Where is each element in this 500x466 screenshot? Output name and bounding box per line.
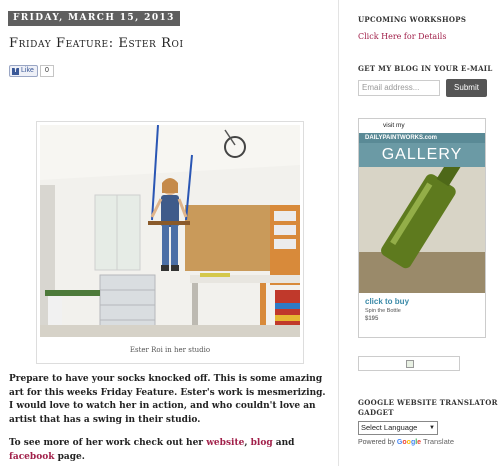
studio-photo[interactable] bbox=[40, 125, 300, 337]
post-paragraph-2: To see more of her work check out her we… bbox=[9, 437, 329, 464]
email-input[interactable]: Email address... bbox=[358, 80, 440, 96]
ad-visit-text: visit my bbox=[359, 119, 485, 133]
bottle-painting bbox=[359, 167, 485, 293]
email-subscribe-heading: GET MY BLOG IN YOUR E-MAIL bbox=[358, 64, 493, 73]
ad-painting-price: $195 bbox=[365, 316, 379, 322]
language-select[interactable]: Select Language ▼ bbox=[358, 421, 438, 435]
ad-click-to-buy[interactable]: click to buy bbox=[359, 293, 485, 306]
post-paragraph-1: Prepare to have your socks knocked off. … bbox=[9, 374, 326, 425]
facebook-like-label: Like bbox=[21, 67, 34, 74]
studio-photo-illustration bbox=[40, 125, 300, 337]
post-date-header: FRIDAY, MARCH 15, 2013 bbox=[8, 11, 180, 26]
facebook-like-count: 0 bbox=[40, 65, 54, 77]
post-photo-frame: Ester Roi in her studio bbox=[36, 121, 304, 364]
google-logo: Google bbox=[396, 439, 422, 446]
website-link[interactable]: website bbox=[206, 438, 244, 448]
language-select-label: Select Language bbox=[361, 423, 418, 432]
translator-heading-line2: GADGET bbox=[358, 408, 394, 417]
paragraph-2-prefix: To see more of her work check out her bbox=[9, 438, 207, 448]
chevron-down-icon: ▼ bbox=[429, 425, 435, 431]
translate-label: Translate bbox=[421, 437, 455, 446]
facebook-icon: f bbox=[12, 67, 19, 75]
post-title[interactable]: Friday Feature: Ester Roi bbox=[9, 36, 184, 51]
ad-painting-title: Spin the Bottle bbox=[365, 308, 401, 314]
ad-painting-image bbox=[359, 167, 485, 293]
facebook-like-button[interactable]: f Like bbox=[9, 65, 38, 77]
ad-site-name: DAILYPAINTWORKS.com bbox=[359, 133, 485, 143]
ad-gallery-title: GALLERY bbox=[359, 143, 485, 167]
powered-by-label: Powered by bbox=[358, 439, 397, 446]
and-separator: and bbox=[272, 438, 295, 448]
workshops-heading: UPCOMING WORKSHOPS bbox=[358, 15, 467, 24]
column-divider bbox=[338, 0, 339, 466]
workshops-details-link[interactable]: Click Here for Details bbox=[358, 32, 446, 41]
photo-caption: Ester Roi in her studio bbox=[129, 346, 211, 354]
facebook-link[interactable]: facebook bbox=[9, 452, 54, 462]
translator-heading-line1: GOOGLE WEBSITE TRANSLATOR bbox=[358, 398, 498, 407]
broken-image-placeholder[interactable] bbox=[358, 356, 460, 371]
post-body: Prepare to have your socks knocked off. … bbox=[9, 373, 329, 466]
paragraph-2-suffix: page. bbox=[54, 451, 85, 462]
dailypaintworks-gallery-ad[interactable]: visit my DAILYPAINTWORKS.com GALLERY cli… bbox=[358, 118, 486, 338]
broken-image-icon bbox=[406, 360, 414, 368]
blog-link[interactable]: blog bbox=[251, 438, 273, 448]
email-submit-button[interactable]: Submit bbox=[446, 79, 487, 97]
powered-by-google-translate[interactable]: Powered by Google Translate bbox=[358, 437, 454, 446]
